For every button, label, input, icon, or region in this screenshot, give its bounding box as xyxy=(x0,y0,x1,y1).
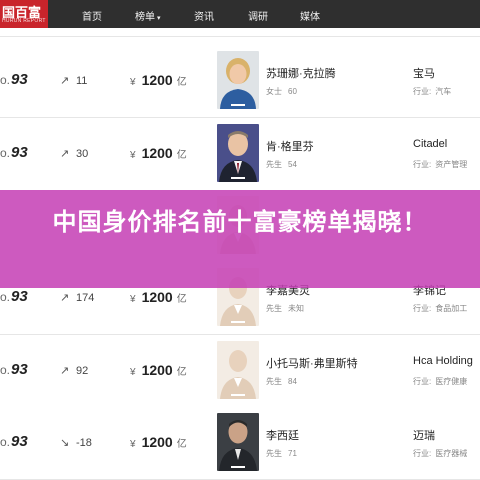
industry: 行业: 医疗健康 xyxy=(413,377,468,386)
trend-down-icon: ↘ xyxy=(60,437,70,449)
wealth-value: ¥1200 亿 xyxy=(130,362,187,378)
trend-up-icon: ↗ xyxy=(60,75,70,87)
top-nav: 国百富 HURUN REPORT 首页 榜单 ▾ 资讯 调研 媒体 xyxy=(0,0,480,28)
nav-research[interactable]: 调研 xyxy=(248,8,268,23)
portrait-avatar[interactable] xyxy=(217,341,259,399)
wealth-value: ¥1200 亿 xyxy=(130,289,187,305)
company-name[interactable]: 宝马 xyxy=(413,65,435,81)
chevron-down-icon: ▾ xyxy=(157,15,161,22)
company-name[interactable]: Citadel xyxy=(413,138,447,150)
company-name[interactable]: Hca Holding xyxy=(413,355,473,367)
person-meta: 先生 未知 xyxy=(266,304,304,313)
person-meta: 先生 71 xyxy=(266,449,297,458)
trend-up-icon: ↗ xyxy=(60,292,70,304)
nav-media[interactable]: 媒体 xyxy=(300,8,320,23)
headline-text: 中国身价排名前十富豪榜单揭晓！ xyxy=(52,208,428,236)
nav-home[interactable]: 首页 xyxy=(82,8,102,23)
rank-change: ↗ 30 xyxy=(60,148,89,160)
list-item-partial[interactable] xyxy=(0,28,480,37)
person-meta: 女士 60 xyxy=(266,87,297,96)
rank-change: ↗ 92 xyxy=(60,365,89,377)
person-name[interactable]: 小托马斯·弗里斯特 xyxy=(266,355,358,371)
rank-change: ↗ 174 xyxy=(60,292,95,304)
list-item[interactable]: o.93 ↘ -18 ¥1200 亿 李西廷 先生 71 迈瑞 行业: 医疗器械 xyxy=(0,407,480,480)
portrait-placeholder xyxy=(217,341,259,399)
portrait-man-suit xyxy=(217,124,259,182)
list-item[interactable]: o.93 ↗ 30 ¥1200 亿 肯·格里芬 先生 54 Citadel 行业: 资产… xyxy=(0,118,480,191)
headline-banner: 中国身价排名前十富豪榜单揭晓！ xyxy=(0,190,480,288)
logo-subtext: HURUN REPORT xyxy=(2,18,46,24)
list-item[interactable]: o.93 ↗ 11 ¥1200 亿 苏珊娜·克拉腾 女士 60 宝马 行业: 汽车 xyxy=(0,45,480,118)
trend-up-icon: ↗ xyxy=(60,365,70,377)
person-meta: 先生 54 xyxy=(266,160,297,169)
rank-score: o.93 xyxy=(0,144,28,161)
portrait-man-dark xyxy=(217,413,259,471)
industry: 行业: 汽车 xyxy=(413,87,452,96)
wealth-value: ¥1200 亿 xyxy=(130,145,187,161)
nav-rankings[interactable]: 榜单 ▾ xyxy=(135,8,161,23)
portrait-avatar[interactable] xyxy=(217,51,259,109)
person-name[interactable]: 苏珊娜·克拉腾 xyxy=(266,65,336,81)
wealth-value: ¥1200 亿 xyxy=(130,434,187,450)
rank-change: ↗ 11 xyxy=(60,75,88,87)
trend-up-icon: ↗ xyxy=(60,148,70,160)
nav-rankings-label: 榜单 xyxy=(135,12,155,23)
portrait-avatar[interactable] xyxy=(217,413,259,471)
nav-news[interactable]: 资讯 xyxy=(194,8,214,23)
industry: 行业: 食品加工 xyxy=(413,304,468,313)
rank-score: o.93 xyxy=(0,71,28,88)
industry: 行业: 资产管理 xyxy=(413,160,468,169)
rank-score: o.93 xyxy=(0,361,28,378)
company-name[interactable]: 迈瑞 xyxy=(413,427,435,443)
industry: 行业: 医疗器械 xyxy=(413,449,468,458)
portrait-avatar[interactable] xyxy=(217,124,259,182)
person-name[interactable]: 李西廷 xyxy=(266,427,299,443)
rank-score: o.93 xyxy=(0,288,28,305)
person-meta: 先生 84 xyxy=(266,377,297,386)
list-item[interactable]: o.93 ↗ 92 ¥1200 亿 小托马斯·弗里斯特 先生 84 Hca Holdi… xyxy=(0,335,480,408)
wealth-value: ¥1200 亿 xyxy=(130,72,187,88)
portrait-woman-blonde xyxy=(217,51,259,109)
rank-change: ↘ -18 xyxy=(60,437,92,449)
rank-score: o.93 xyxy=(0,433,28,450)
person-name[interactable]: 肯·格里芬 xyxy=(266,138,314,154)
hurun-logo[interactable]: 国百富 HURUN REPORT xyxy=(0,0,48,28)
